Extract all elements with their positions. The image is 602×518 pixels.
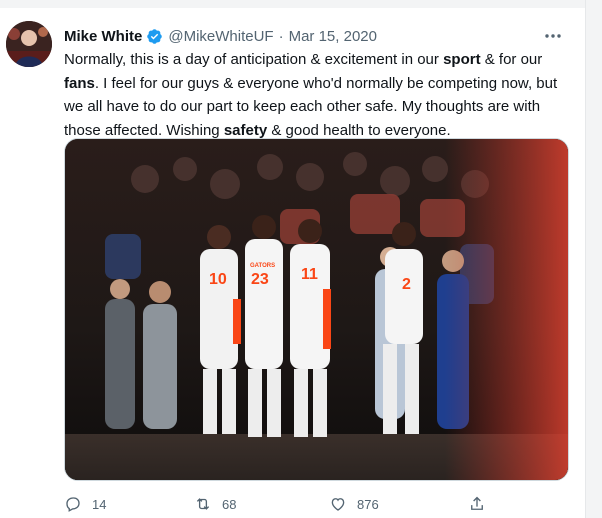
avatar[interactable]	[6, 21, 52, 67]
tweet-text-part: Normally, this is a day of anticipation …	[64, 51, 444, 68]
like-icon	[331, 498, 345, 511]
retweet-button[interactable]: 68	[194, 493, 236, 515]
retweet-icon	[196, 498, 210, 510]
jersey-number-4: 2	[402, 276, 411, 293]
share-button[interactable]	[468, 493, 486, 515]
jersey-wordmark: GATORS	[250, 263, 275, 269]
author-handle[interactable]: @MikeWhiteUF	[168, 28, 273, 45]
author-name[interactable]: Mike White	[64, 28, 142, 45]
retweet-count: 68	[222, 496, 237, 512]
tweet-header: Mike White @MikeWhiteUF · Mar 15, 2020	[64, 25, 565, 47]
reply-count: 14	[92, 496, 107, 512]
tweet-actions: 14 68 876	[64, 493, 504, 517]
tweet-text-part: & for our	[480, 51, 543, 68]
jersey-number-1: 10	[209, 271, 227, 288]
more-icon[interactable]	[541, 27, 565, 45]
verified-badge-icon	[146, 28, 163, 45]
tweet-text-emphasis-sport: sport	[443, 51, 481, 68]
share-icon	[471, 496, 483, 510]
tweet-text-emphasis-safety: safety	[223, 121, 268, 139]
separator-dot: ·	[278, 27, 284, 45]
page-scroll-edge	[585, 0, 602, 518]
like-button[interactable]: 876	[329, 493, 379, 515]
tweet-text-part: & good health to everyone.	[267, 121, 451, 139]
reply-button[interactable]: 14	[64, 493, 106, 515]
tweet-text: Normally, this is a day of anticipation …	[64, 48, 569, 142]
tweet-photo[interactable]: 10 23 11 2 GATORS	[64, 138, 569, 481]
tweet-date[interactable]: Mar 15, 2020	[289, 28, 377, 45]
jersey-number-2: 23	[251, 271, 269, 288]
reply-icon	[66, 497, 80, 512]
jersey-number-3: 11	[301, 266, 318, 283]
tweet: Mike White @MikeWhiteUF · Mar 15, 2020 N…	[0, 8, 585, 518]
like-count: 876	[357, 496, 379, 512]
tweet-text-emphasis-fans: fans	[64, 74, 95, 92]
